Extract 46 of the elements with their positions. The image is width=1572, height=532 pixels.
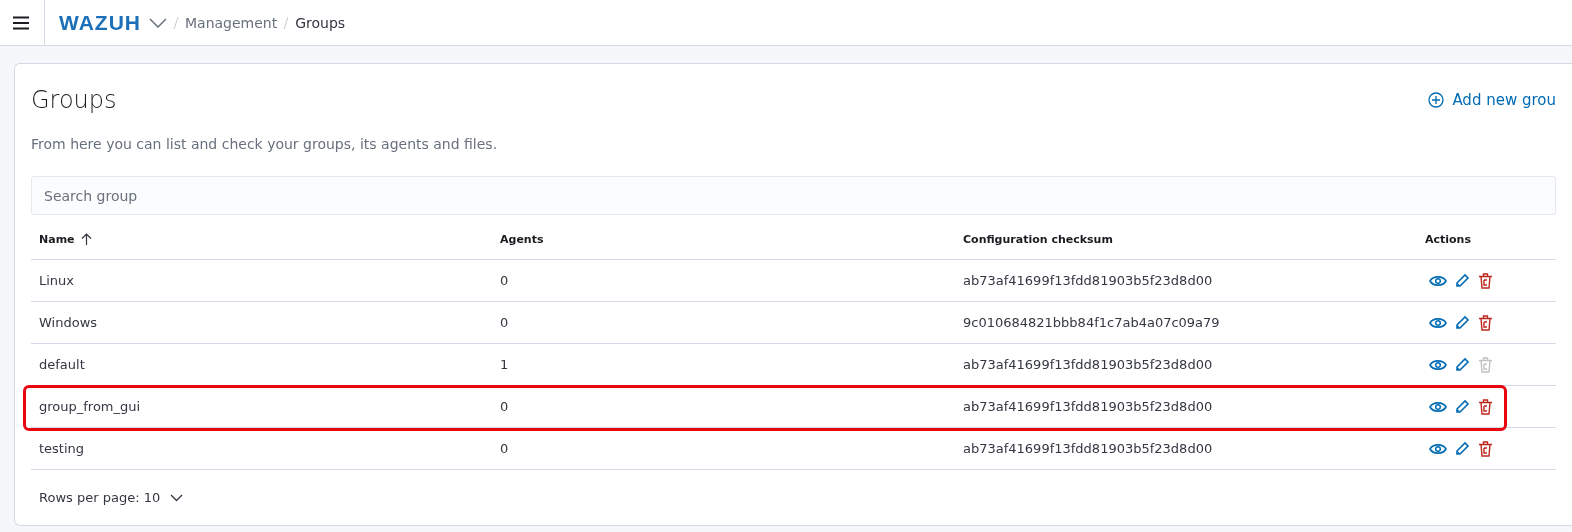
table-cell-text: default — [38, 357, 86, 372]
eye-icon[interactable] — [1429, 400, 1447, 413]
chevron-down-icon — [170, 493, 184, 502]
trash-icon[interactable] — [1478, 314, 1493, 331]
table-cell-text: ab73af41699f13fdd81903b5f23d8d00 — [962, 441, 1214, 456]
column-header[interactable]: Name — [39, 232, 75, 246]
pencil-icon[interactable] — [1455, 273, 1470, 288]
pencil-icon[interactable] — [1455, 441, 1470, 456]
table-cell-text: ab73af41699f13fdd81903b5f23d8d00 — [962, 273, 1214, 288]
pencil-icon[interactable] — [1455, 357, 1470, 372]
trash-icon[interactable] — [1478, 440, 1493, 457]
search-field[interactable]: Search group — [31, 176, 1556, 215]
table-cell-text: ab73af41699f13fdd81903b5f23d8d00 — [962, 357, 1214, 372]
table-cell-text: Linux — [38, 273, 76, 288]
table-cell-text: testing — [38, 441, 86, 456]
slash-icon — [283, 15, 290, 30]
add-group-button[interactable]: Add new grou — [1428, 91, 1556, 109]
slash-icon — [173, 15, 179, 30]
column-header[interactable]: Configuration checksum — [963, 232, 1113, 246]
pencil-icon[interactable] — [1455, 399, 1470, 414]
trash-icon[interactable] — [1478, 272, 1493, 289]
table-cell-text: 0 — [499, 315, 510, 330]
wazuh-logo[interactable]: WAZUH — [59, 10, 141, 35]
table-cell-text: group_from_gui — [38, 399, 142, 414]
pencil-icon[interactable] — [1455, 315, 1470, 330]
column-header[interactable]: Agents — [500, 232, 544, 246]
trash-icon[interactable] — [1478, 398, 1493, 415]
eye-icon[interactable] — [1429, 316, 1447, 329]
eye-icon[interactable] — [1429, 274, 1447, 287]
page-description: From here you can list and check your groups, its agents and files. — [31, 136, 499, 152]
plus-circle-icon — [1428, 92, 1445, 108]
sort-arrow-icon[interactable] — [80, 233, 92, 245]
table-cell-text: 9c010684821bbb84f1c7ab4a07c09a79 — [962, 315, 1221, 330]
table-cell-text: ab73af41699f13fdd81903b5f23d8d00 — [962, 399, 1214, 414]
rows-per-page-button[interactable]: Rows per page: 10 — [31, 470, 184, 511]
eye-icon[interactable] — [1429, 442, 1447, 455]
chevron-down-icon[interactable] — [149, 17, 167, 28]
table-cell-text: Windows — [38, 315, 99, 330]
table-cell-text: 1 — [499, 357, 510, 372]
table-cell-text: 0 — [499, 399, 510, 414]
table-cell-text: 0 — [499, 441, 510, 456]
column-header[interactable]: Actions — [1425, 232, 1471, 246]
table-cell-text: 0 — [499, 273, 510, 288]
page-title: Groups — [31, 86, 117, 114]
eye-icon[interactable] — [1429, 358, 1447, 371]
breadcrumb-link[interactable]: Management — [185, 14, 278, 31]
